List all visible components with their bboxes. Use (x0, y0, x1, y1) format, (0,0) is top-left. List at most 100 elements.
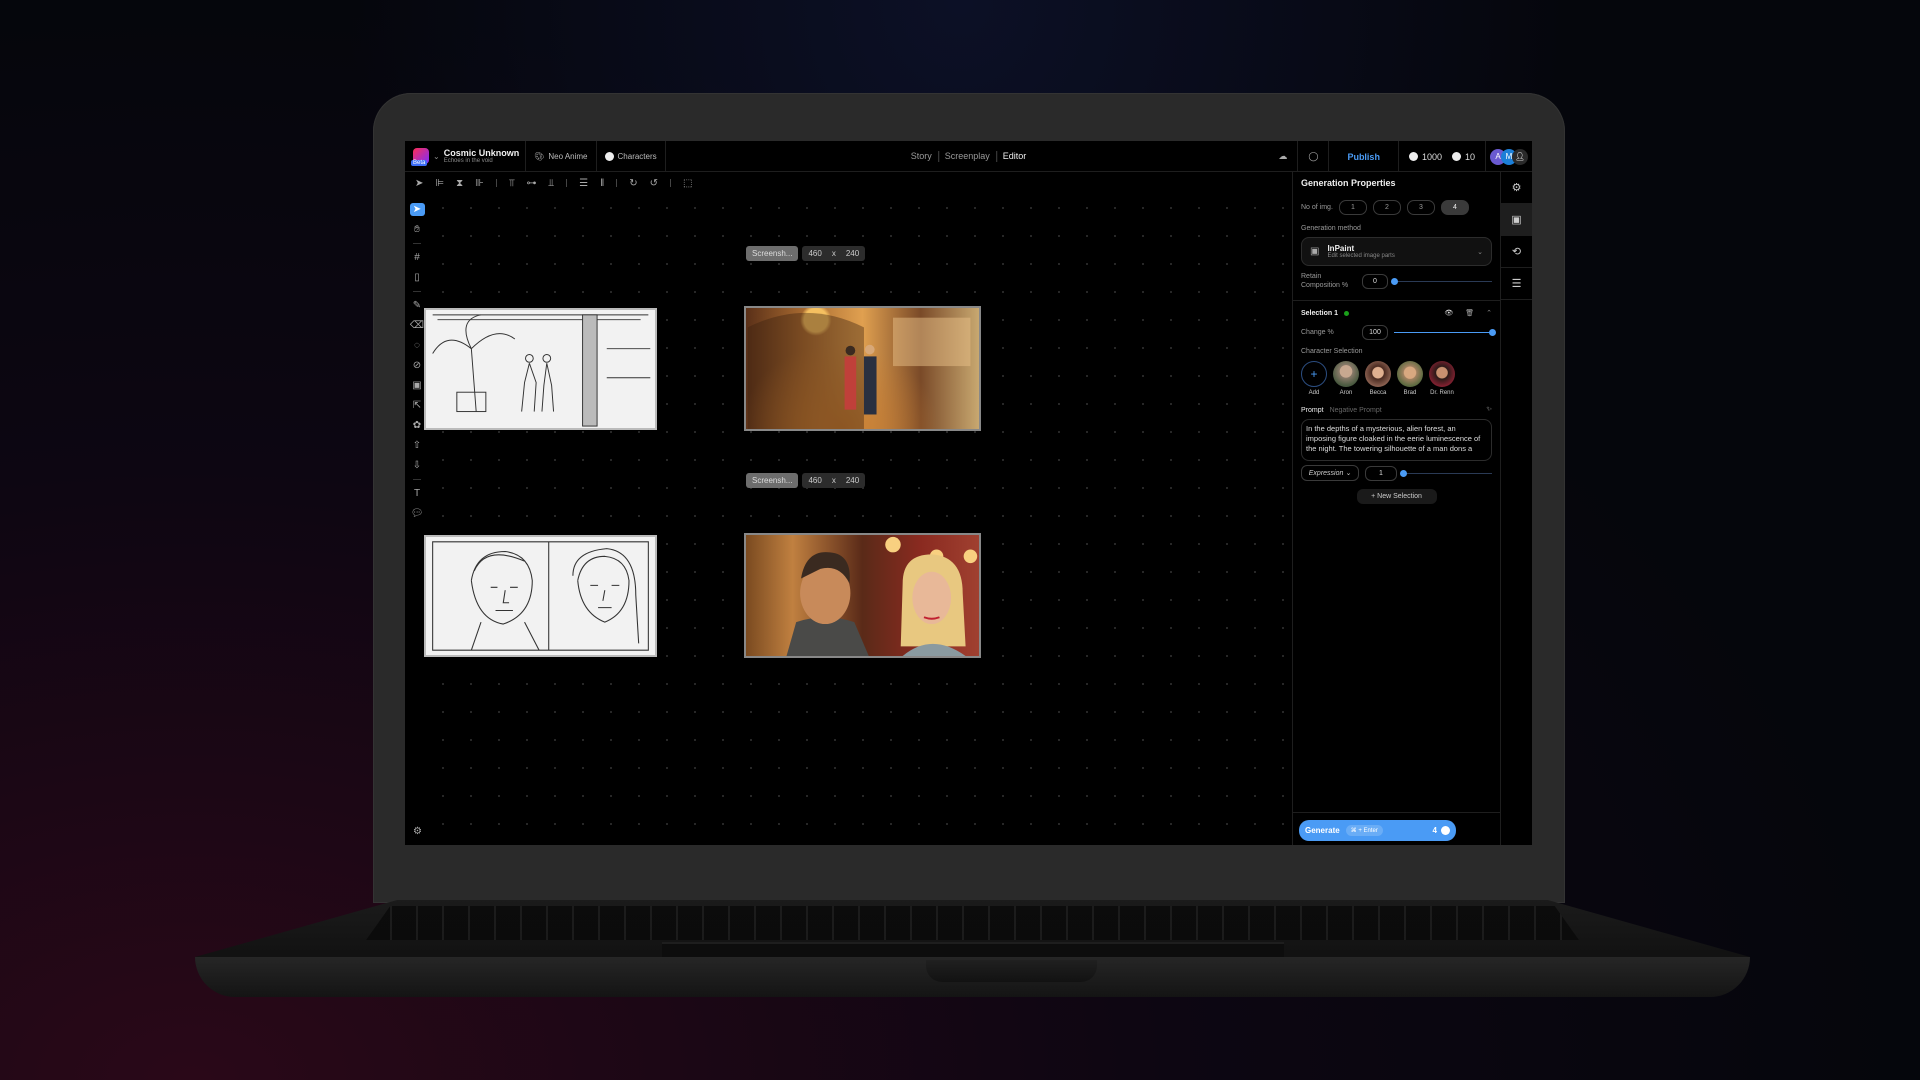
frame-name-chip[interactable]: Screensh... (746, 246, 799, 261)
frame-size-chip[interactable]: 460 x 240 (802, 473, 866, 488)
canvas[interactable]: Screensh... 460 x 240 Screensh... 460 x … (424, 194, 1294, 845)
add-character-button[interactable]: + Add (1301, 361, 1327, 396)
cloud-sync-icon[interactable]: ☁︎ (1268, 141, 1297, 172)
distribute-v-icon[interactable]: ☰ (579, 178, 588, 189)
sketch-walking-couple (432, 314, 651, 427)
character-list: + Add Aron Becca Brad Dr. Renn (1301, 361, 1492, 396)
bandage-tool-icon[interactable]: ⊘ (410, 359, 425, 372)
align-top-icon[interactable]: ⫪ (509, 178, 515, 189)
new-selection-button[interactable]: + New Selection (1356, 489, 1437, 505)
num-images-label: No of img. (1301, 204, 1333, 211)
trash-icon[interactable]: 🗑︎ (1465, 309, 1474, 317)
character-selection-label: Character Selection (1301, 348, 1363, 356)
frame-size-chip[interactable]: 460 x 240 (802, 246, 866, 261)
credits: 1000 10 (1397, 141, 1485, 172)
align-bottom-icon[interactable]: ⫫ (549, 178, 555, 189)
add-user-icon[interactable]: 👤︎ (1512, 148, 1528, 165)
num-images-option-4[interactable]: 4 (1441, 200, 1469, 215)
style-label: Neo Anime (548, 151, 588, 161)
slider-knob[interactable] (1400, 469, 1407, 477)
style-button[interactable]: 🎨︎ Neo Anime (526, 141, 597, 171)
comment-tool-icon[interactable]: 💬︎ (410, 507, 425, 520)
prompt-textarea[interactable]: In the depths of a mysterious, alien for… (1301, 419, 1492, 462)
face-icon (1451, 152, 1461, 161)
chevron-up-icon[interactable]: ⌃ (1486, 309, 1492, 317)
credit-icon (1441, 826, 1450, 835)
nav-editor[interactable]: Editor (1003, 151, 1027, 161)
render-frame-1[interactable] (744, 306, 981, 431)
num-images-option-1[interactable]: 1 (1339, 200, 1367, 215)
bug-report-icon[interactable]: ⚙︎ (413, 826, 422, 837)
marquee-icon[interactable]: ⬚ (683, 178, 692, 189)
pen-tool-icon[interactable]: ✎ (410, 299, 425, 312)
rotate-right-icon[interactable]: ↻ (629, 178, 637, 189)
retain-slider[interactable] (1391, 277, 1492, 285)
grid-tool-icon[interactable]: # (410, 251, 425, 264)
retain-label: Retain (1301, 273, 1322, 280)
sketch-portrait-couple (432, 541, 649, 651)
frame-width: 460 (808, 249, 822, 258)
image-edit-tool-icon[interactable]: ▣ (410, 379, 425, 392)
generate-button[interactable]: Generate ⌘ + Enter 4 (1299, 820, 1456, 841)
character-becca[interactable]: Becca (1365, 361, 1391, 396)
magic-wand-icon[interactable]: ✨︎ (1486, 406, 1492, 414)
change-slider[interactable] (1394, 329, 1496, 337)
app-logo[interactable]: Beta (411, 148, 429, 166)
download-tool-icon[interactable]: ⇩ (410, 459, 425, 472)
page-tool-icon[interactable]: ▯ (410, 271, 425, 284)
image-generate-icon[interactable]: ▣ (1501, 204, 1532, 236)
align-middle-icon[interactable]: ⊶ (527, 178, 537, 189)
method-dropdown[interactable]: ▣ InPaint Edit selected image parts ⌄ (1301, 237, 1492, 266)
align-center-h-icon[interactable]: ⧗ (456, 178, 463, 189)
layers-icon[interactable]: ☰ (1501, 268, 1532, 300)
sketch-frame-1[interactable] (424, 308, 657, 430)
upload-tool-icon[interactable]: ⇧ (410, 439, 425, 452)
change-input[interactable]: 100 (1362, 325, 1388, 341)
num-images-option-2[interactable]: 2 (1373, 200, 1401, 215)
render-frame-2[interactable] (744, 533, 981, 658)
characters-button[interactable]: Characters (597, 141, 666, 171)
chevron-down-icon[interactable]: ⌄ (433, 152, 440, 161)
nav-screenplay[interactable]: Screenplay (945, 151, 990, 161)
retain-input[interactable]: 0 (1362, 273, 1388, 289)
tab-negative-prompt[interactable]: Negative Prompt (1330, 407, 1382, 414)
prompt-tabs: Prompt Negative Prompt ✨︎ (1301, 406, 1492, 414)
num-images-option-3[interactable]: 3 (1407, 200, 1435, 215)
chat-icon[interactable]: ◯ (1297, 141, 1328, 172)
nav-story[interactable]: Story (911, 151, 932, 161)
lasso-tool-icon[interactable]: ◌ (410, 339, 425, 352)
export-tool-icon[interactable]: ⇱ (410, 399, 425, 412)
history-icon[interactable]: ⟲ (1501, 236, 1532, 268)
toolbar-divider (495, 179, 497, 187)
eye-icon[interactable]: 👁︎ (1444, 309, 1453, 317)
publish-button[interactable]: Publish (1328, 141, 1398, 172)
expression-dropdown[interactable]: Expression ⌄ (1301, 465, 1359, 482)
character-brad[interactable]: Brad (1397, 361, 1423, 396)
character-name: Brad (1403, 390, 1417, 397)
pointer-icon[interactable]: ➤ (415, 178, 423, 189)
expression-slider[interactable] (1400, 469, 1492, 477)
eraser-tool-icon[interactable]: ⌫ (410, 319, 425, 332)
tab-prompt[interactable]: Prompt (1301, 407, 1324, 414)
collaborators[interactable]: A M 👤︎ (1485, 141, 1532, 172)
distribute-h-icon[interactable]: ‖ (600, 178, 604, 189)
text-tool-icon[interactable]: T (410, 487, 425, 500)
align-left-icon[interactable]: ⊫ (435, 178, 444, 189)
sketch-frame-2[interactable] (424, 535, 657, 657)
character-aron[interactable]: Aron (1333, 361, 1359, 396)
settings-icon[interactable]: ⚙︎ (1501, 172, 1532, 204)
shape-tool-icon[interactable]: ✿ (410, 419, 425, 432)
project-info[interactable]: Cosmic Unknown Echoes in the void (444, 141, 527, 171)
align-right-icon[interactable]: ⊪ (475, 178, 484, 189)
panel-rail: ⚙︎ ▣ ⟲ ☰ (1500, 172, 1532, 845)
slider-knob[interactable] (1391, 277, 1398, 285)
frame-name-chip[interactable]: Screensh... (746, 473, 799, 488)
select-tool-icon[interactable]: ➤ (409, 203, 425, 216)
rotate-left-icon[interactable]: ↺ (650, 178, 658, 189)
expression-label: Expression (1308, 470, 1344, 478)
slider-knob[interactable] (1489, 329, 1496, 337)
top-bar-right: ☁︎ ◯ Publish 1000 10 A M 👤︎ (1268, 141, 1532, 172)
character-dr-renn[interactable]: Dr. Renn (1429, 361, 1455, 396)
expression-input[interactable]: 1 (1365, 465, 1397, 481)
hand-tool-icon[interactable]: ✋︎ (410, 223, 425, 236)
